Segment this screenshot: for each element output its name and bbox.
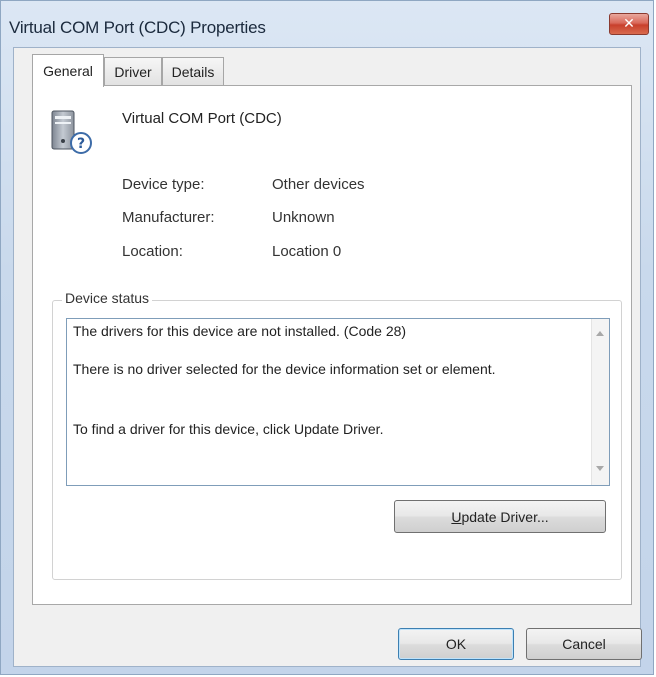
title-bar[interactable]: Virtual COM Port (CDC) Properties ✕	[1, 1, 653, 47]
cancel-button[interactable]: Cancel	[526, 628, 642, 660]
device-type-label: Device type:	[122, 176, 205, 193]
svg-text:?: ?	[77, 136, 85, 152]
close-icon: ✕	[623, 16, 635, 32]
scroll-up-icon[interactable]	[596, 331, 604, 336]
status-line-code: The drivers for this device are not inst…	[73, 323, 407, 339]
unknown-device-icon: ?	[44, 107, 96, 155]
location-label: Location:	[122, 243, 183, 260]
scroll-down-icon[interactable]	[596, 466, 604, 471]
location-value: Location 0	[272, 243, 342, 260]
ok-button[interactable]: OK	[398, 628, 514, 660]
device-type-value: Other devices	[272, 176, 365, 193]
manufacturer-label: Manufacturer:	[122, 209, 215, 226]
status-scrollbar[interactable]	[591, 319, 609, 485]
update-driver-button[interactable]: Update Driver...	[394, 500, 606, 533]
status-line-hint: To find a driver for this device, click …	[73, 421, 384, 437]
update-driver-mnemonic: U	[451, 508, 462, 525]
status-line-detail: There is no driver selected for the devi…	[73, 361, 496, 377]
tab-details[interactable]: Details	[162, 57, 224, 85]
device-status-label: Device status	[62, 290, 153, 306]
tab-driver[interactable]: Driver	[104, 57, 162, 85]
update-driver-label: pdate Driver...	[461, 508, 549, 525]
window-title: Virtual COM Port (CDC) Properties	[9, 18, 266, 37]
device-name: Virtual COM Port (CDC)	[122, 110, 282, 127]
manufacturer-value: Unknown	[272, 209, 335, 226]
tab-general[interactable]: General	[32, 54, 104, 87]
close-button[interactable]: ✕	[609, 13, 649, 35]
device-status-textbox[interactable]: The drivers for this device are not inst…	[66, 318, 610, 486]
